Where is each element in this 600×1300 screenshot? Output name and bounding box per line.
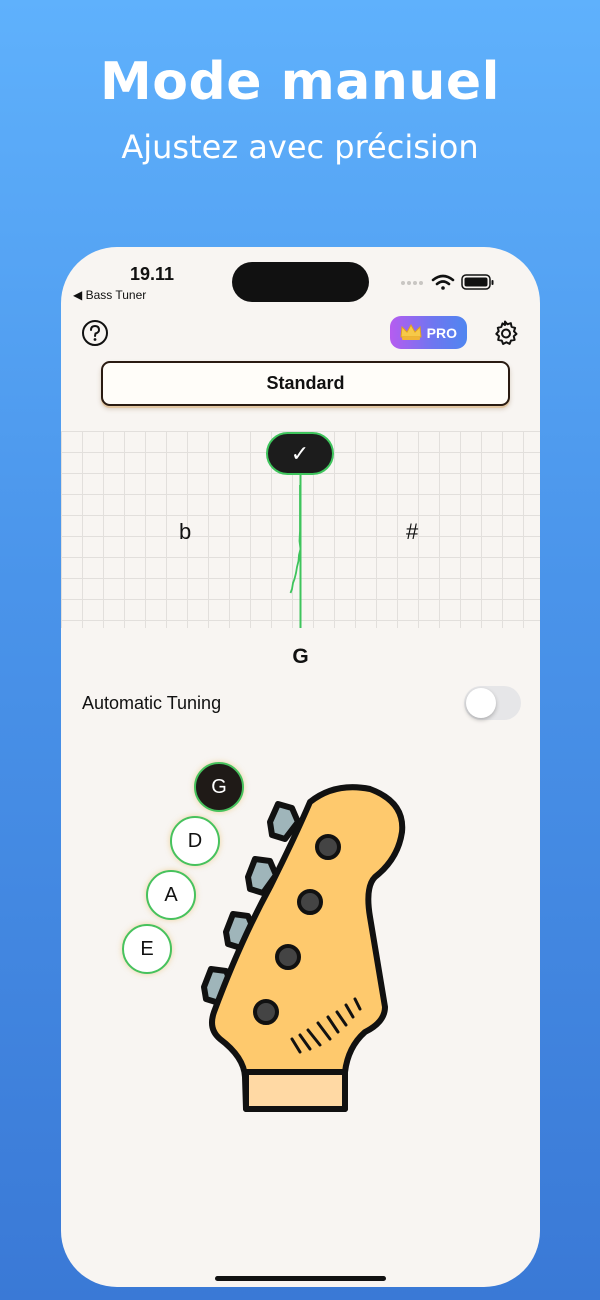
help-icon[interactable] — [81, 319, 109, 347]
signal-icon — [401, 281, 423, 285]
current-note: G — [292, 645, 309, 668]
toggle-knob — [466, 688, 496, 718]
in-tune-indicator: ✓ — [266, 432, 334, 475]
wifi-icon — [431, 274, 455, 290]
flat-indicator: b — [179, 519, 192, 544]
string-note-label: E — [140, 937, 154, 960]
back-to-app-link[interactable]: ◀ Bass Tuner — [73, 288, 146, 302]
auto-tuning-toggle[interactable] — [464, 686, 521, 720]
home-indicator — [215, 1276, 386, 1281]
hero-title: Mode manuel — [100, 52, 500, 112]
crown-icon — [400, 323, 422, 340]
dynamic-island — [232, 262, 369, 302]
pitch-trace — [289, 485, 302, 594]
hero-subtitle: Ajustez avec précision — [121, 128, 479, 166]
bass-headstock-illustration — [201, 784, 406, 1112]
string-button-a[interactable]: A — [146, 870, 196, 920]
settings-icon[interactable] — [491, 319, 519, 347]
auto-tuning-label: Automatic Tuning — [82, 693, 222, 713]
tuning-preset-button[interactable]: Standard — [101, 361, 510, 406]
string-note-label: A — [164, 883, 178, 906]
phone-screen: 19.11 ◀ Bass Tuner PRO Standard b # ✓ G … — [61, 247, 540, 1287]
pro-upgrade-button[interactable]: PRO — [390, 316, 467, 349]
checkmark-icon: ✓ — [290, 440, 310, 466]
status-time: 19.11 — [130, 264, 175, 284]
status-icons — [399, 271, 499, 293]
pro-label: PRO — [426, 324, 457, 341]
string-button-e[interactable]: E — [122, 924, 172, 974]
battery-icon — [461, 274, 494, 290]
sharp-indicator: # — [406, 519, 419, 544]
